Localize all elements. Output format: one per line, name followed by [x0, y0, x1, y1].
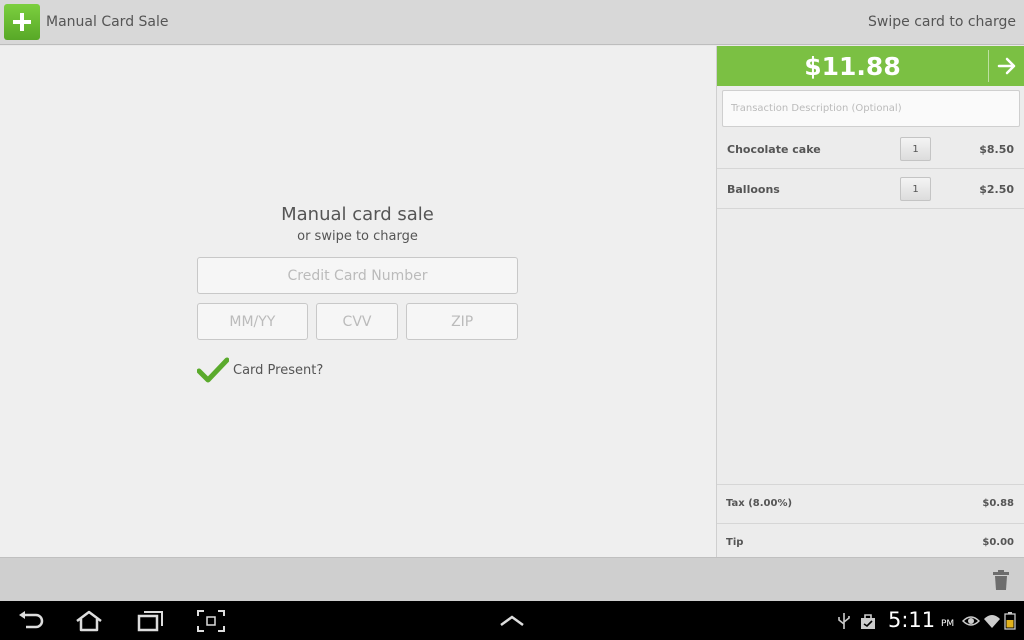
quantity-button[interactable]: 1 — [900, 177, 931, 201]
swipe-hint: Swipe card to charge — [868, 14, 1016, 30]
charge-bar[interactable]: $11.88 — [717, 46, 1024, 86]
home-icon[interactable] — [74, 610, 104, 632]
action-bar: Manual Card Sale Swipe card to charge — [0, 0, 1024, 45]
order-panel: $11.88 Transaction Description (Optional… — [716, 46, 1024, 557]
trash-icon[interactable] — [992, 569, 1010, 591]
tip-row[interactable]: Tip $0.00 — [717, 523, 1024, 561]
item-name: Chocolate cake — [727, 142, 821, 156]
recent-apps-icon[interactable] — [136, 610, 166, 632]
quantity-button[interactable]: 1 — [900, 137, 931, 161]
usb-icon — [838, 613, 850, 629]
item-price: $8.50 — [979, 142, 1014, 156]
arrow-right-icon — [997, 57, 1016, 75]
card-present-label: Card Present? — [233, 362, 324, 378]
card-present-checkbox[interactable]: Card Present? — [197, 357, 518, 383]
system-bar: 5:11 PM — [0, 601, 1024, 640]
clock-ampm: PM — [941, 619, 955, 629]
store-bag-icon — [861, 614, 875, 629]
tax-label: Tax (8.00%) — [726, 498, 793, 509]
page-title: Manual Card Sale — [46, 14, 169, 30]
form-subtitle: or swipe to charge — [297, 229, 418, 244]
tip-value: $0.00 — [982, 537, 1014, 548]
battery-icon — [1004, 612, 1016, 630]
card-form: Manual card sale or swipe to charge Cred… — [197, 204, 519, 383]
wifi-icon — [984, 615, 1000, 628]
cvv-input[interactable]: CVV — [315, 303, 399, 340]
screenshot-icon[interactable] — [196, 610, 226, 632]
form-title: Manual card sale — [281, 204, 434, 225]
total-amount: $11.88 — [804, 51, 901, 81]
back-icon[interactable] — [16, 610, 46, 632]
eye-icon — [962, 616, 980, 626]
manual-sale-panel: Manual card sale or swipe to charge Cred… — [0, 46, 716, 557]
charge-arrow-button[interactable] — [989, 46, 1024, 86]
transaction-description-input[interactable]: Transaction Description (Optional) — [722, 90, 1020, 127]
bottom-toolbar — [0, 557, 1024, 601]
clock-time: 5:11 — [888, 608, 936, 632]
expiry-input[interactable]: MM/YY — [197, 303, 308, 340]
tax-value: $0.88 — [982, 498, 1014, 509]
tax-row: Tax (8.00%) $0.88 — [717, 484, 1024, 522]
item-name: Balloons — [727, 182, 780, 196]
tip-label: Tip — [726, 537, 744, 548]
plus-icon[interactable] — [4, 4, 40, 40]
item-price: $2.50 — [979, 182, 1014, 196]
list-item[interactable]: Balloons 1 $2.50 — [717, 170, 1024, 209]
card-number-input[interactable]: Credit Card Number — [197, 257, 518, 294]
list-item[interactable]: Chocolate cake 1 $8.50 — [717, 130, 1024, 169]
checkmark-icon — [197, 357, 229, 383]
zip-input[interactable]: ZIP — [406, 303, 519, 340]
chevron-up-icon[interactable] — [497, 610, 527, 632]
